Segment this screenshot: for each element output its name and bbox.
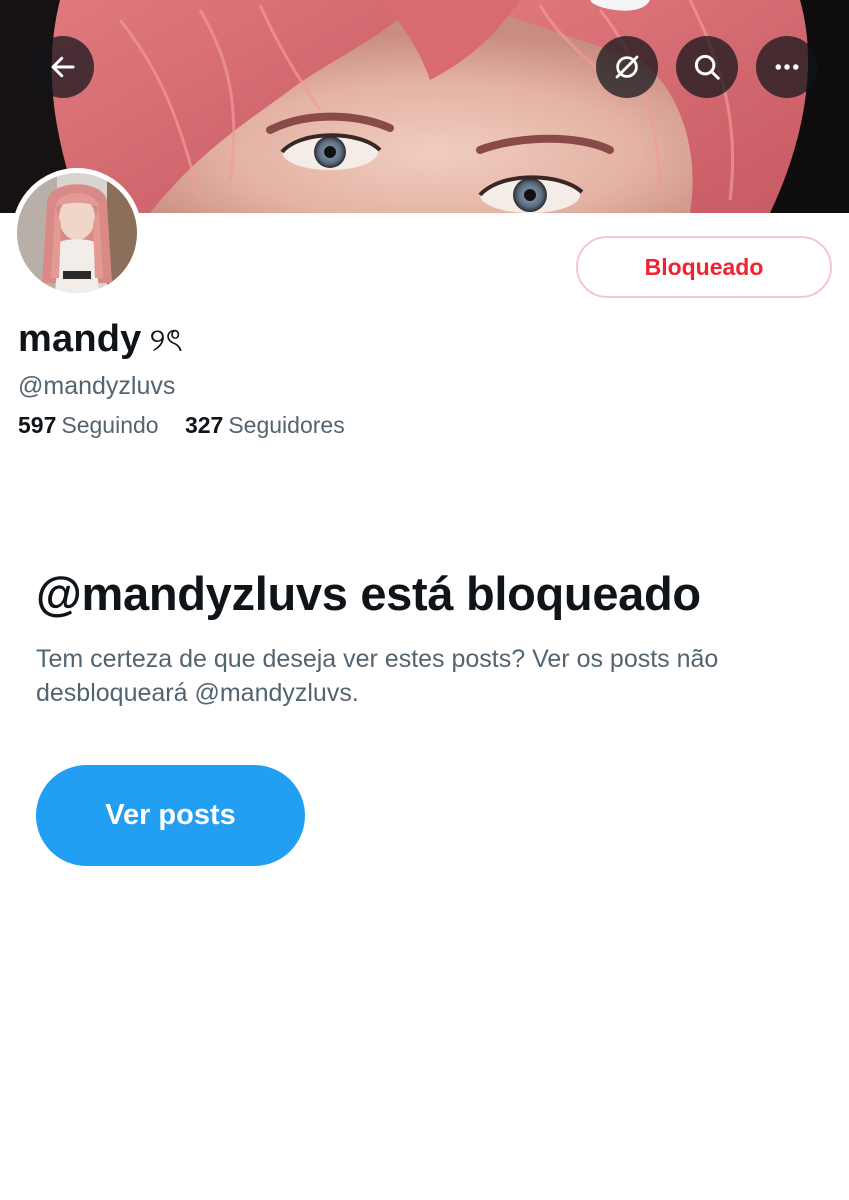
following-link[interactable]: 597 Seguindo	[18, 412, 159, 438]
avatar[interactable]	[12, 168, 142, 298]
blocked-notice-description: Tem certeza de que deseja ver estes post…	[36, 645, 719, 707]
display-name-text: mandy	[18, 318, 142, 360]
blocked-button[interactable]: Bloqueado	[576, 236, 832, 298]
search-button[interactable]	[676, 36, 738, 98]
following-label: Seguindo	[61, 412, 159, 438]
blocked-notice-title: @mandyzluvs está bloqueado	[36, 567, 701, 620]
grok-icon	[615, 55, 639, 79]
followers-link[interactable]: 327 Seguidores	[185, 412, 345, 438]
arrow-left-icon	[51, 56, 75, 78]
following-count: 597	[18, 412, 57, 438]
banner-image	[0, 0, 849, 213]
profile-banner[interactable]	[0, 0, 849, 213]
followers-label: Seguidores	[228, 412, 345, 438]
view-posts-label: Ver posts	[105, 799, 236, 831]
display-name-decoration: ୨ৎ	[149, 321, 183, 359]
display-name: mandy ୨ৎ	[18, 314, 183, 365]
grok-button[interactable]	[596, 36, 658, 98]
profile-stats: 597 Seguindo 327 Seguidores	[18, 410, 345, 440]
blocked-button-label: Bloqueado	[644, 253, 764, 280]
view-posts-button[interactable]: Ver posts	[36, 765, 305, 866]
more-options-button[interactable]	[756, 36, 818, 98]
profile-handle: @mandyzluvs	[18, 372, 176, 400]
followers-count: 327	[184, 412, 224, 438]
search-icon	[694, 54, 720, 80]
back-button[interactable]	[32, 36, 94, 98]
more-horizontal-icon	[775, 64, 799, 70]
avatar-image	[17, 173, 137, 293]
